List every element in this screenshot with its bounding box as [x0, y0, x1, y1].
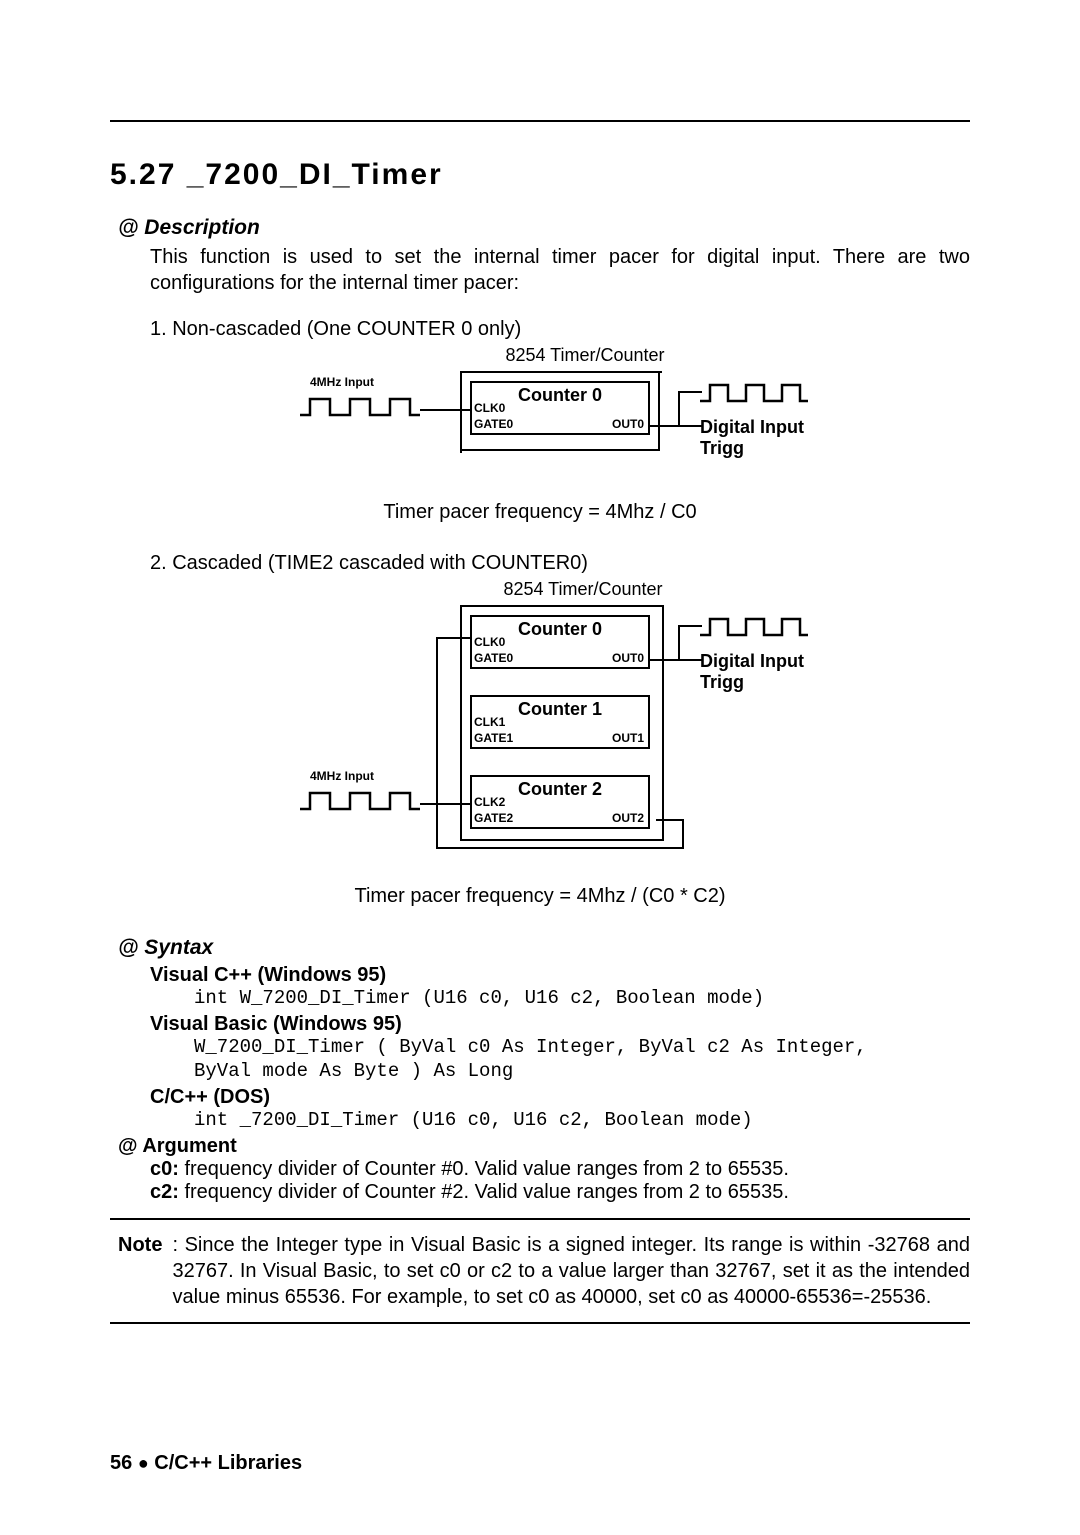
syntax-heading: @ Syntax — [118, 936, 970, 960]
wire — [678, 625, 702, 627]
wire — [678, 625, 680, 661]
diagram-2: 8254 Timer/Counter Counter 0 CLK0 GATE0 … — [260, 579, 820, 869]
arg-c0-label: c0: — [150, 1158, 179, 1180]
arg-c0-text: frequency divider of Counter #0. Valid v… — [179, 1158, 789, 1180]
syntax-vc-label: Visual C++ (Windows 95) — [150, 964, 970, 987]
clk0-label: CLK0 — [474, 401, 505, 415]
config1-formula: Timer pacer frequency = 4Mhz / C0 — [110, 501, 970, 524]
arg-c2-label: c2: — [150, 1181, 179, 1203]
section-number: 5.27 — [110, 158, 176, 191]
syntax-vc-code: int W_7200_DI_Timer (U16 c0, U16 c2, Boo… — [194, 987, 970, 1009]
footer-bullet-icon: ● — [138, 1453, 149, 1473]
c0-gate: GATE0 — [474, 651, 513, 665]
mid-rule-2 — [110, 1322, 970, 1324]
section-title: _7200_DI_Timer — [187, 158, 443, 191]
wire — [436, 637, 470, 639]
gate0-label: GATE0 — [474, 417, 513, 431]
c2-label: Counter 2 — [518, 779, 602, 799]
footer-title: C/C++ Libraries — [154, 1452, 302, 1474]
note-label: Note — [118, 1232, 162, 1310]
input-pulse-icon-2 — [300, 789, 420, 813]
output-pulse-icon — [700, 381, 810, 405]
input-4mhz-label-2: 4MHz Input — [310, 769, 374, 783]
c1-out: OUT1 — [612, 731, 644, 745]
mid-rule-1 — [110, 1218, 970, 1220]
input-4mhz-label: 4MHz Input — [310, 375, 374, 389]
description-text: This function is used to set the interna… — [150, 244, 970, 296]
c2-clk: CLK2 — [474, 795, 505, 809]
chip-outline-bottom — [460, 449, 660, 451]
syntax-vb-code1: W_7200_DI_Timer ( ByVal c0 As Integer, B… — [194, 1036, 970, 1058]
wire — [656, 819, 684, 821]
section-heading: 5.27 _7200_DI_Timer — [110, 158, 970, 192]
wire — [682, 819, 684, 849]
arg-c2-text: frequency divider of Counter #2. Valid v… — [179, 1181, 789, 1203]
diagram2-caption: 8254 Timer/Counter — [498, 579, 668, 600]
out0-label: OUT0 — [612, 417, 644, 431]
config2-title: 2. Cascaded (TIME2 cascaded with COUNTER… — [150, 552, 970, 575]
top-rule — [110, 120, 970, 122]
wire — [436, 637, 438, 849]
wire — [420, 803, 470, 805]
wire — [678, 391, 702, 393]
syntax-cc-code: int _7200_DI_Timer (U16 c0, U16 c2, Bool… — [194, 1109, 970, 1131]
digital-input-trigger-label: Digital Input Trigg — [700, 417, 820, 459]
syntax-vb-label: Visual Basic (Windows 95) — [150, 1013, 970, 1036]
note-text: : Since the Integer type in Visual Basic… — [172, 1232, 970, 1310]
page-footer: 56 ● C/C++ Libraries — [110, 1452, 302, 1475]
c0-out: OUT0 — [612, 651, 644, 665]
footer-page: 56 — [110, 1452, 132, 1474]
wire — [678, 391, 680, 427]
chip-outline-right — [658, 371, 660, 451]
wire — [650, 659, 680, 661]
syntax-vb-code2: ByVal mode As Byte ) As Long — [194, 1060, 970, 1082]
c1-clk: CLK1 — [474, 715, 505, 729]
c0-clk: CLK0 — [474, 635, 505, 649]
c1-gate: GATE1 — [474, 731, 513, 745]
argument-c0: c0: frequency divider of Counter #0. Val… — [150, 1158, 970, 1181]
c2-out: OUT2 — [612, 811, 644, 825]
diagram-1: 8254 Timer/Counter 4MHz Input Counter 0 … — [260, 345, 820, 485]
config1-title: 1. Non-cascaded (One COUNTER 0 only) — [150, 318, 970, 341]
digital-input-trigger-label-2: Digital Input Trigg — [700, 651, 820, 693]
c2-gate: GATE2 — [474, 811, 513, 825]
c0-label: Counter 0 — [518, 619, 602, 639]
argument-c2: c2: frequency divider of Counter #2. Val… — [150, 1181, 970, 1204]
wire — [650, 425, 680, 427]
config2-formula: Timer pacer frequency = 4Mhz / (C0 * C2) — [110, 885, 970, 908]
argument-heading: @ Argument — [118, 1135, 970, 1158]
syntax-cc-label: C/C++ (DOS) — [150, 1086, 970, 1109]
c1-label: Counter 1 — [518, 699, 602, 719]
input-pulse-icon — [300, 395, 420, 419]
description-heading: @ Description — [118, 216, 970, 240]
wire — [436, 847, 684, 849]
wire — [678, 425, 702, 427]
note-block: Note : Since the Integer type in Visual … — [118, 1232, 970, 1310]
wire — [678, 659, 702, 661]
diagram1-caption: 8254 Timer/Counter — [500, 345, 670, 366]
output-pulse-icon-2 — [700, 615, 810, 639]
